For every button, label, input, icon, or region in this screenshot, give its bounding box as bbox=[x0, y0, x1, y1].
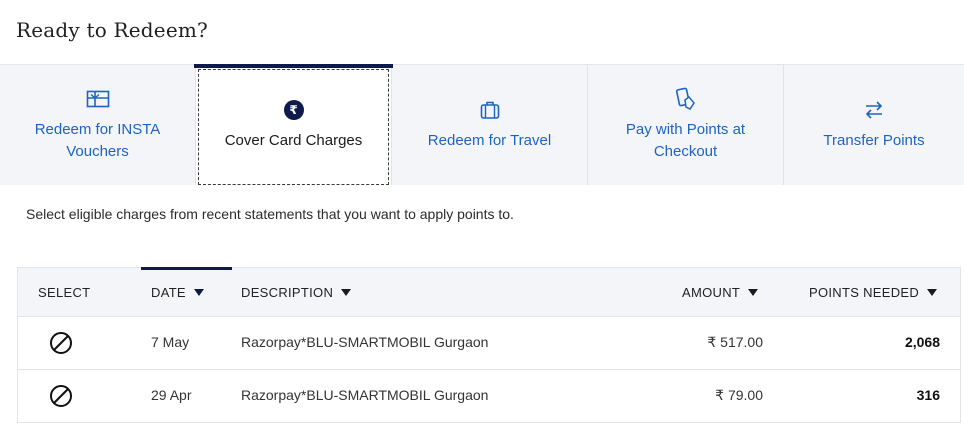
sort-down-icon bbox=[748, 289, 759, 296]
tab-label: Transfer Points bbox=[823, 132, 925, 149]
row-points-needed: 2,068 bbox=[904, 334, 940, 350]
table-row: 7 May Razorpay*BLU-SMARTMOBIL Gurgaon ₹ … bbox=[18, 317, 960, 370]
row-description: Razorpay*BLU-SMARTMOBIL Gurgaon bbox=[241, 387, 489, 403]
luggage-icon bbox=[479, 98, 501, 122]
row-points-needed: 316 bbox=[916, 387, 940, 403]
table-row: 29 Apr Razorpay*BLU-SMARTMOBIL Gurgaon ₹… bbox=[18, 370, 960, 423]
redeem-options-tabs: Redeem for INSTA Vouchers ₹ Cover Card C… bbox=[0, 64, 964, 185]
eligible-charges-table: SELECT DATE DESCRIPTION AMOUNT POINTS NE… bbox=[17, 267, 961, 423]
row-amount: ₹ 517.00 bbox=[707, 334, 763, 350]
header-description[interactable]: DESCRIPTION bbox=[241, 285, 352, 300]
header-amount[interactable]: AMOUNT bbox=[682, 285, 759, 300]
row-description: Razorpay*BLU-SMARTMOBIL Gurgaon bbox=[241, 334, 489, 350]
header-select: SELECT bbox=[38, 285, 91, 300]
tab-pay-with-points[interactable]: Pay with Points at Checkout bbox=[588, 65, 784, 185]
rupee-circle-icon: ₹ bbox=[283, 98, 304, 122]
header-date[interactable]: DATE bbox=[151, 285, 204, 300]
tab-cover-card-charges[interactable]: ₹ Cover Card Charges bbox=[194, 64, 393, 185]
tab-label: Cover Card Charges bbox=[224, 132, 363, 149]
page-title: Ready to Redeem? bbox=[16, 18, 208, 42]
tab-transfer-points[interactable]: Transfer Points bbox=[784, 65, 964, 185]
no-entry-icon[interactable] bbox=[49, 331, 73, 355]
tab-label: Redeem for Travel bbox=[427, 132, 552, 149]
instructions-text: Select eligible charges from recent stat… bbox=[26, 206, 514, 222]
transfer-arrows-icon bbox=[864, 98, 884, 122]
tab-insta-vouchers[interactable]: Redeem for INSTA Vouchers bbox=[0, 65, 196, 185]
row-date: 7 May bbox=[151, 334, 190, 350]
no-entry-icon[interactable] bbox=[49, 384, 73, 408]
tab-redeem-travel[interactable]: Redeem for Travel bbox=[392, 65, 588, 185]
sorted-column-indicator bbox=[141, 267, 232, 270]
tap-to-pay-icon bbox=[674, 87, 698, 111]
tab-label: Pay with Points at Checkout bbox=[625, 121, 746, 160]
sort-down-icon bbox=[927, 289, 938, 296]
gift-card-icon bbox=[86, 87, 110, 111]
sort-down-icon bbox=[193, 289, 204, 296]
row-date: 29 Apr bbox=[151, 387, 192, 403]
header-points-needed[interactable]: POINTS NEEDED bbox=[809, 285, 938, 300]
sort-down-icon bbox=[341, 289, 352, 296]
tab-label: Redeem for INSTA Vouchers bbox=[34, 121, 161, 160]
row-amount: ₹ 79.00 bbox=[715, 387, 763, 403]
table-header: SELECT DATE DESCRIPTION AMOUNT POINTS NE… bbox=[18, 267, 960, 317]
